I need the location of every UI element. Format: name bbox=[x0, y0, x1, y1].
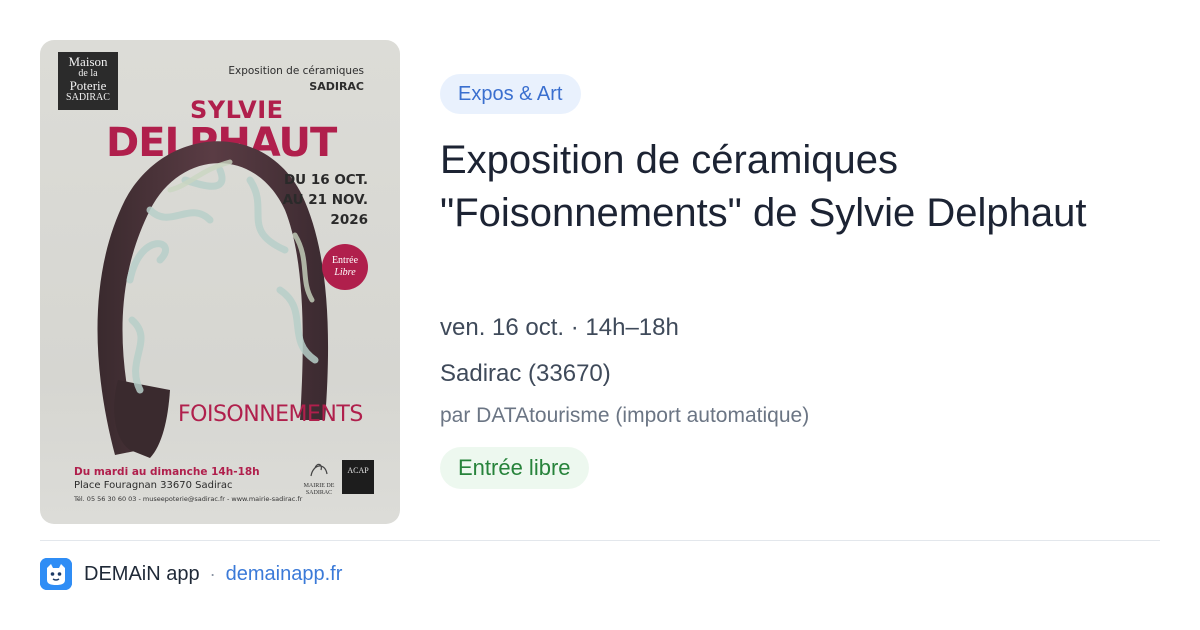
app-domain-link[interactable]: demainapp.fr bbox=[226, 563, 343, 586]
demain-app-icon bbox=[40, 558, 72, 590]
footer-separator: · bbox=[209, 563, 216, 584]
poster-hours: Du mardi au dimanche 14h-18h bbox=[74, 466, 260, 478]
poster-entree-libre-badge: Entrée Libre bbox=[322, 244, 368, 290]
event-datetime: ven. 16 oct. · 14h–18h bbox=[440, 314, 679, 341]
event-location: Sadirac (33670) bbox=[440, 360, 611, 387]
footer-divider bbox=[40, 540, 1160, 541]
poster-subtitle: Exposition de céramiques SADIRAC bbox=[228, 65, 364, 93]
poster-contact: Tél. 05 56 30 60 03 - museepoterie@sadir… bbox=[74, 495, 303, 503]
mairie-sadirac-logo: MAIRIE DE SADIRAC bbox=[298, 458, 340, 498]
acap-logo: ACAP bbox=[342, 460, 374, 494]
maison-poterie-logo: Maison de la Poterie SADIRAC bbox=[58, 52, 118, 110]
footer: DEMAiN app · demainapp.fr bbox=[40, 558, 342, 590]
event-poster-image: Maison de la Poterie SADIRAC Exposition … bbox=[40, 40, 400, 524]
poster-dates: DU 16 OCT. AU 21 NOV. 2026 bbox=[282, 172, 368, 228]
poster-exhibit-name: FOISONNEMENTS bbox=[178, 402, 363, 427]
app-name: DEMAiN app bbox=[84, 562, 200, 585]
category-badge[interactable]: Expos & Art bbox=[440, 74, 581, 114]
event-source: par DATAtourisme (import automatique) bbox=[440, 404, 810, 427]
event-title: Exposition de céramiques "Foisonnements"… bbox=[440, 138, 1087, 235]
price-badge: Entrée libre bbox=[440, 447, 589, 489]
poster-address: Place Fouragnan 33670 Sadirac bbox=[74, 480, 233, 491]
